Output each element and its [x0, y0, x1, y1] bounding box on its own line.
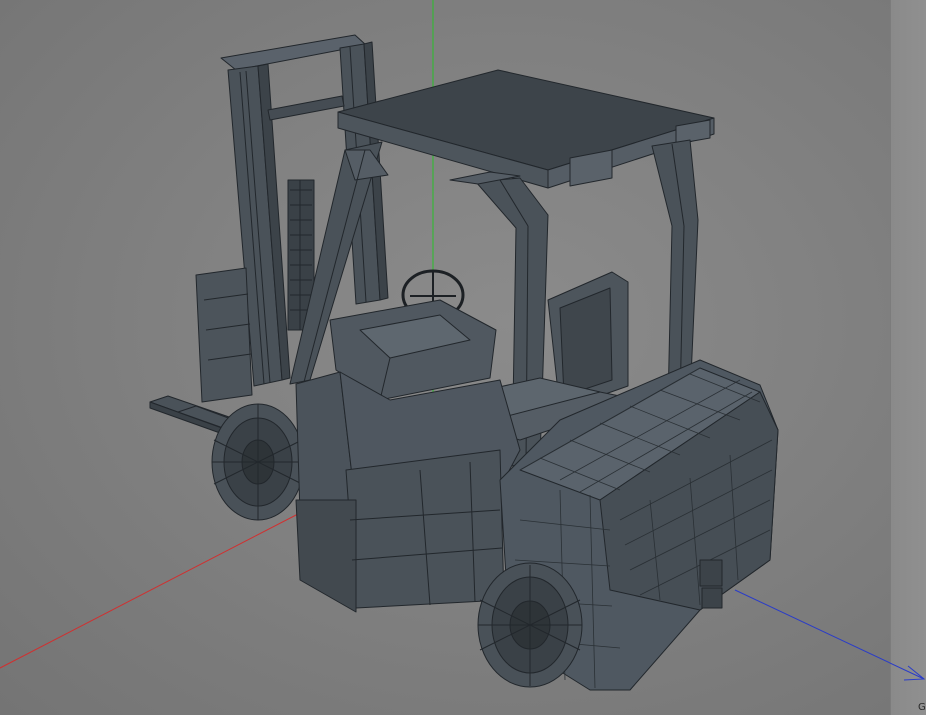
3d-viewport[interactable]: G	[0, 0, 926, 715]
z-axis-line	[734, 589, 925, 680]
chassis	[295, 371, 521, 613]
viewport-scene[interactable]	[0, 0, 926, 715]
forklift-model[interactable]	[149, 34, 779, 691]
rear-wheel	[477, 562, 583, 688]
viewport-corner-label: G	[918, 702, 926, 713]
x-axis-line	[0, 513, 299, 669]
front-wheel	[211, 403, 305, 521]
